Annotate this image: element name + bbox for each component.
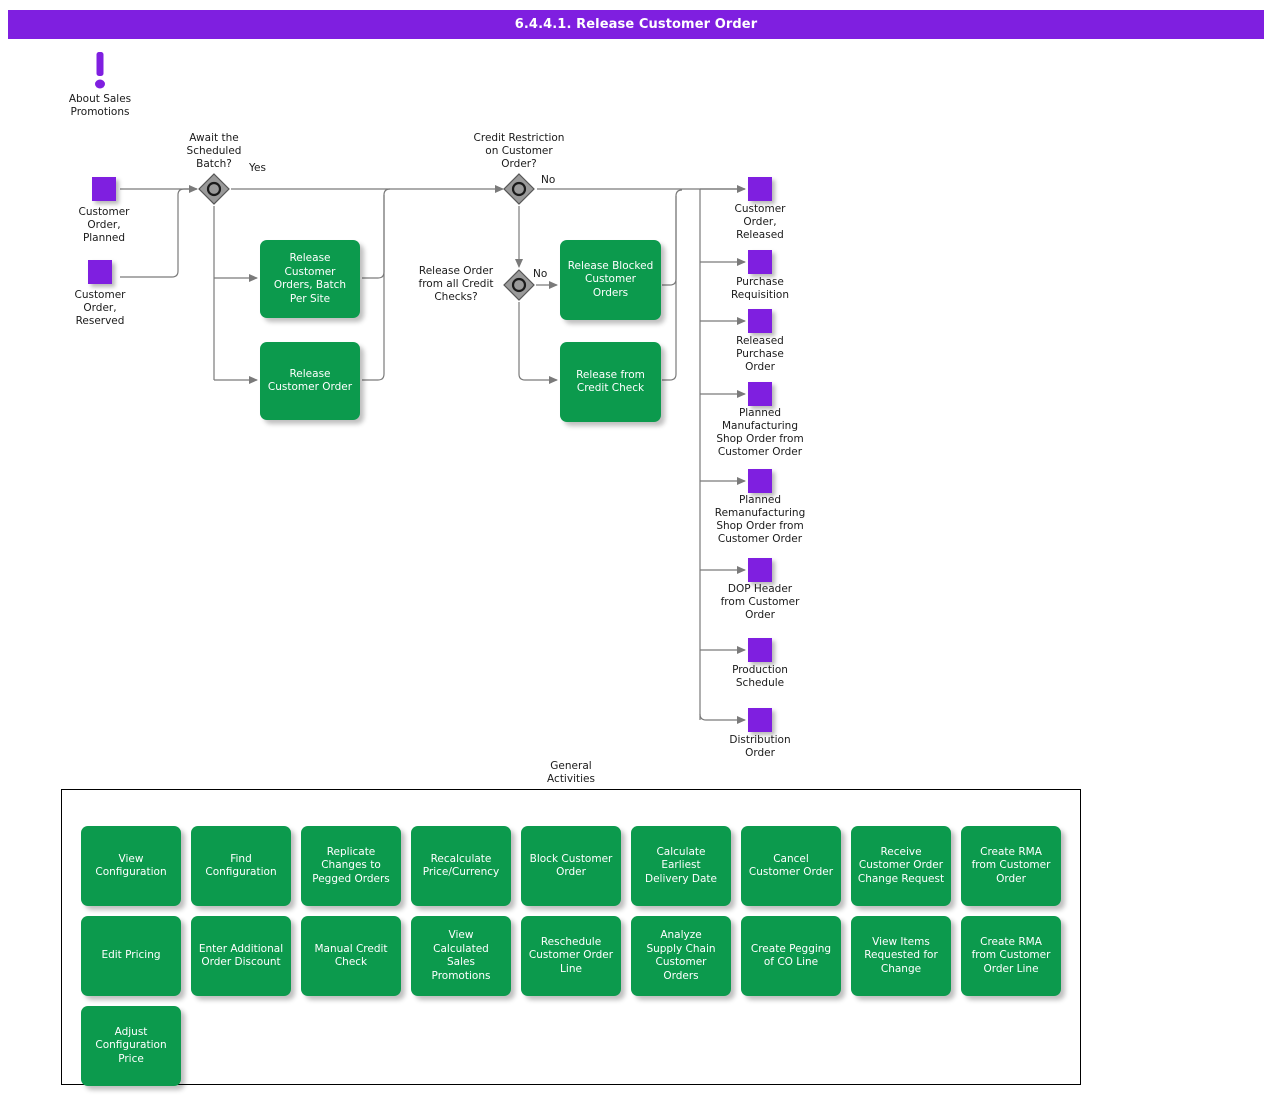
activity-release-customer-order[interactable]: Release Customer Order xyxy=(260,342,360,420)
gateway-await-batch-question: Await the Scheduled Batch? xyxy=(186,132,242,170)
page-title: 6.4.4.1. Release Customer Order xyxy=(514,17,758,32)
gateway-release-order-from-all-credit-checks[interactable] xyxy=(503,269,535,301)
data-object-square-icon xyxy=(748,382,772,406)
ga-item-create-pegging-of-co-line[interactable]: Create Pegging of CO Line xyxy=(741,916,841,996)
data-object-square-icon xyxy=(88,260,112,284)
exclamation-icon xyxy=(95,52,105,89)
gateway-credit-checks-no-label: No xyxy=(533,268,548,280)
input-label: Customer Order, Planned xyxy=(78,206,130,244)
general-activities-grid: View Configuration Find Configuration Re… xyxy=(81,826,1061,1086)
data-object-square-icon xyxy=(748,469,772,493)
data-object-square-icon xyxy=(748,177,772,201)
data-object-square-icon xyxy=(748,309,772,333)
gateway-credit-restriction-on-customer-order[interactable] xyxy=(503,173,535,205)
data-object-square-icon xyxy=(748,558,772,582)
activity-release-blocked-customer-orders[interactable]: Release Blocked Customer Orders xyxy=(560,240,661,320)
ga-item-view-configuration[interactable]: View Configuration xyxy=(81,826,181,906)
ga-item-reschedule-customer-order-line[interactable]: Reschedule Customer Order Line xyxy=(521,916,621,996)
activity-release-customer-orders-batch-per-site[interactable]: Release Customer Orders, Batch Per Site xyxy=(260,240,360,318)
ga-item-create-rma-from-customer-order[interactable]: Create RMA from Customer Order xyxy=(961,826,1061,906)
ga-item-view-calculated-sales-promotions[interactable]: View Calculated Sales Promotions xyxy=(411,916,511,996)
output-label: Released Purchase Order xyxy=(736,335,784,373)
output-label: Customer Order, Released xyxy=(734,203,786,241)
ga-item-find-configuration[interactable]: Find Configuration xyxy=(191,826,291,906)
page-title-bar: 6.4.4.1. Release Customer Order xyxy=(8,10,1264,39)
ga-item-calculate-earliest-delivery-date[interactable]: Calculate Earliest Delivery Date xyxy=(631,826,731,906)
ga-item-view-items-requested-for-change[interactable]: View Items Requested for Change xyxy=(851,916,951,996)
ga-item-recalculate-price-currency[interactable]: Recalculate Price/Currency xyxy=(411,826,511,906)
ga-item-edit-pricing[interactable]: Edit Pricing xyxy=(81,916,181,996)
gateway-await-batch-yes-label: Yes xyxy=(249,162,266,174)
general-activities-frame: View Configuration Find Configuration Re… xyxy=(61,789,1081,1086)
activity-release-from-credit-check[interactable]: Release from Credit Check xyxy=(560,342,661,422)
output-label: Planned Manufacturing Shop Order from Cu… xyxy=(716,407,804,458)
ga-item-enter-additional-order-discount[interactable]: Enter Additional Order Discount xyxy=(191,916,291,996)
output-label: Production Schedule xyxy=(732,664,788,689)
ga-item-create-rma-from-customer-order-line[interactable]: Create RMA from Customer Order Line xyxy=(961,916,1061,996)
ga-item-block-customer-order[interactable]: Block Customer Order xyxy=(521,826,621,906)
ga-item-manual-credit-check[interactable]: Manual Credit Check xyxy=(301,916,401,996)
ga-item-cancel-customer-order[interactable]: Cancel Customer Order xyxy=(741,826,841,906)
input-label: Customer Order, Reserved xyxy=(74,289,126,327)
ga-item-receive-customer-order-change-request[interactable]: Receive Customer Order Change Request xyxy=(851,826,951,906)
data-object-square-icon xyxy=(748,708,772,732)
gateway-credit-restriction-question: Credit Restriction on Customer Order? xyxy=(473,132,565,170)
annotation-label: About Sales Promotions xyxy=(68,93,132,118)
data-object-square-icon xyxy=(748,250,772,274)
output-label: DOP Header from Customer Order xyxy=(720,583,800,621)
data-object-square-icon xyxy=(92,177,116,201)
ga-item-adjust-configuration-price[interactable]: Adjust Configuration Price xyxy=(81,1006,181,1086)
ga-item-replicate-changes-to-pegged-orders[interactable]: Replicate Changes to Pegged Orders xyxy=(301,826,401,906)
gateway-await-scheduled-batch[interactable] xyxy=(198,173,230,205)
gateway-credit-restriction-no-label: No xyxy=(541,174,556,186)
general-activities-caption: General Activities xyxy=(547,760,595,785)
ga-item-analyze-supply-chain-customer-orders[interactable]: Analyze Supply Chain Customer Orders xyxy=(631,916,731,996)
output-label: Distribution Order xyxy=(729,734,791,759)
output-label: Purchase Requisition xyxy=(730,276,790,301)
output-label: Planned Remanufacturing Shop Order from … xyxy=(714,494,806,545)
data-object-square-icon xyxy=(748,638,772,662)
